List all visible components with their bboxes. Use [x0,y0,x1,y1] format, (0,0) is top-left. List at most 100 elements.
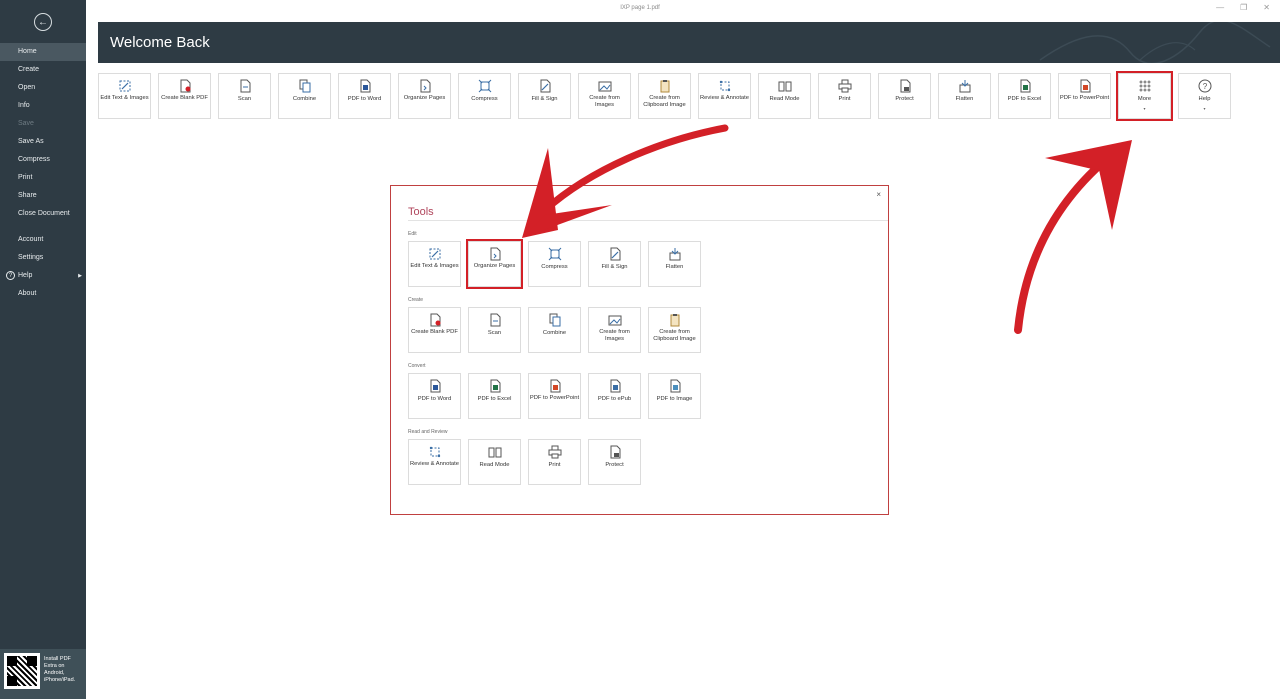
tool-create-blank-pdf[interactable]: Create Blank PDF [158,73,211,119]
sidebar-item-home[interactable]: Home [0,43,86,61]
sidebar: ← Home Create Open Info Save Save As Com… [0,0,86,699]
tool-print[interactable]: Print [818,73,871,119]
tool-pdf-to-excel[interactable]: PDF to Excel [998,73,1051,119]
dialog-tool-create-from-images[interactable]: Create from Images [588,307,641,353]
dialog-tool-combine[interactable]: Combine [528,307,581,353]
pdf-to-word-icon [430,379,440,393]
fill-sign-icon [540,79,550,93]
tool-pdf-to-powerpoint[interactable]: PDF to PowerPoint [1058,73,1111,119]
tool-label: PDF to PowerPoint [529,395,580,401]
section-label-create: Create [408,297,424,303]
tool-label: Review & Annotate [700,95,749,101]
tool-combine[interactable]: Combine [278,73,331,119]
tool-label: Flatten [665,264,684,270]
dialog-tool-compress[interactable]: Compress [528,241,581,287]
dialog-tool-protect[interactable]: Protect [588,439,641,485]
tool-compress[interactable]: Compress [458,73,511,119]
signature-decoration-icon [1039,22,1271,63]
print-icon [548,445,561,459]
image-icon [608,315,621,326]
welcome-header: Welcome Back [98,22,1280,63]
sidebar-item-settings[interactable]: Settings [0,249,86,267]
tool-label: Create Blank PDF [411,329,458,335]
lock-icon [900,79,910,93]
tool-create-from-images[interactable]: Create from Images [578,73,631,119]
more-grid-icon [1139,80,1150,92]
mobile-promo[interactable]: Install PDF Extra on Android, iPhone/iPa… [0,649,86,699]
pdf-to-word-icon [360,79,370,93]
tool-pdf-to-word[interactable]: PDF to Word [338,73,391,119]
create-pdf-icon [180,79,190,93]
section-label-edit: Edit [408,231,417,237]
dialog-tool-edit-text-images[interactable]: Edit Text & Images [408,241,461,287]
dialog-title: Tools [408,206,434,218]
minimize-icon[interactable]: — [1216,3,1224,12]
qr-code-icon [4,653,40,689]
arrow-to-more-button-icon [1014,140,1132,334]
sidebar-item-account[interactable]: Account [0,231,86,249]
tool-scan[interactable]: Scan [218,73,271,119]
dialog-tool-pdf-to-epub[interactable]: PDF to ePub [588,373,641,419]
svg-text:?: ? [1202,82,1207,91]
dialog-tool-pdf-to-image[interactable]: PDF to Image [648,373,701,419]
tool-help[interactable]: ? Help ▾ [1178,73,1231,119]
promo-text: Install PDF Extra on Android, iPhone/iPa… [44,656,76,683]
pdf-to-ppt-icon [1080,79,1090,93]
dialog-tool-pdf-to-powerpoint[interactable]: PDF to PowerPoint [528,373,581,419]
sidebar-item-share[interactable]: Share [0,187,86,205]
help-icon: ? [1198,79,1211,93]
close-icon[interactable]: × [876,190,881,199]
tool-protect[interactable]: Protect [878,73,931,119]
restore-icon[interactable]: ❐ [1240,3,1247,12]
tool-create-from-clipboard[interactable]: Create from Clipboard Image [638,73,691,119]
dialog-tool-create-blank-pdf[interactable]: Create Blank PDF [408,307,461,353]
dialog-tool-flatten[interactable]: Flatten [648,241,701,287]
tool-label: PDF to Excel [477,396,512,402]
sidebar-item-print[interactable]: Print [0,169,86,187]
close-window-icon[interactable]: ✕ [1263,3,1270,12]
pdf-to-ppt-icon [550,379,560,393]
tool-review-annotate[interactable]: Review & Annotate [698,73,751,119]
tool-read-mode[interactable]: Read Mode [758,73,811,119]
sidebar-item-info[interactable]: Info [0,97,86,115]
tool-more[interactable]: More ▾ [1116,71,1173,121]
tool-organize-pages[interactable]: Organize Pages [398,73,451,119]
dialog-tool-review-annotate[interactable]: Review & Annotate [408,439,461,485]
dialog-tool-organize-pages[interactable]: Organize Pages [466,239,523,289]
dialog-tool-read-mode[interactable]: Read Mode [468,439,521,485]
sidebar-item-create[interactable]: Create [0,61,86,79]
annotate-icon [429,446,440,458]
tool-label: Fill & Sign [601,264,628,270]
tool-flatten[interactable]: Flatten [938,73,991,119]
dialog-tool-pdf-to-word[interactable]: PDF to Word [408,373,461,419]
dialog-tool-fill-sign[interactable]: Fill & Sign [588,241,641,287]
print-icon [838,79,851,93]
edit-text-icon [119,80,130,92]
image-icon [598,81,611,92]
sidebar-item-open[interactable]: Open [0,79,86,97]
pdf-to-image-icon [670,379,680,393]
sidebar-item-save-as[interactable]: Save As [0,133,86,151]
tool-label: Compress [471,96,498,102]
sidebar-item-help[interactable]: ? Help ▶ [0,267,86,285]
section-label-read-review: Read and Review [408,429,448,435]
chevron-right-icon: ▶ [78,273,82,279]
dialog-tool-create-from-clipboard[interactable]: Create from Clipboard Image [648,307,701,353]
tool-label: Create from Clipboard Image [653,329,696,342]
dialog-tool-pdf-to-excel[interactable]: PDF to Excel [468,373,521,419]
sidebar-item-close-document[interactable]: Close Document [0,205,86,223]
tool-label: Fill & Sign [531,96,558,102]
sidebar-nav: Home Create Open Info Save Save As Compr… [0,43,86,303]
sidebar-item-compress[interactable]: Compress [0,151,86,169]
pdf-to-excel-icon [1020,79,1030,93]
dialog-tool-scan[interactable]: Scan [468,307,521,353]
annotate-icon [719,80,730,92]
tool-label: Combine [542,330,567,336]
sidebar-item-about[interactable]: About [0,285,86,303]
dropdown-caret-icon: ▾ [1143,106,1146,111]
flatten-icon [959,80,970,93]
dialog-tool-print[interactable]: Print [528,439,581,485]
tool-edit-text-images[interactable]: Edit Text & Images [98,73,151,119]
tool-fill-sign[interactable]: Fill & Sign [518,73,571,119]
back-arrow-icon[interactable]: ← [34,13,52,31]
